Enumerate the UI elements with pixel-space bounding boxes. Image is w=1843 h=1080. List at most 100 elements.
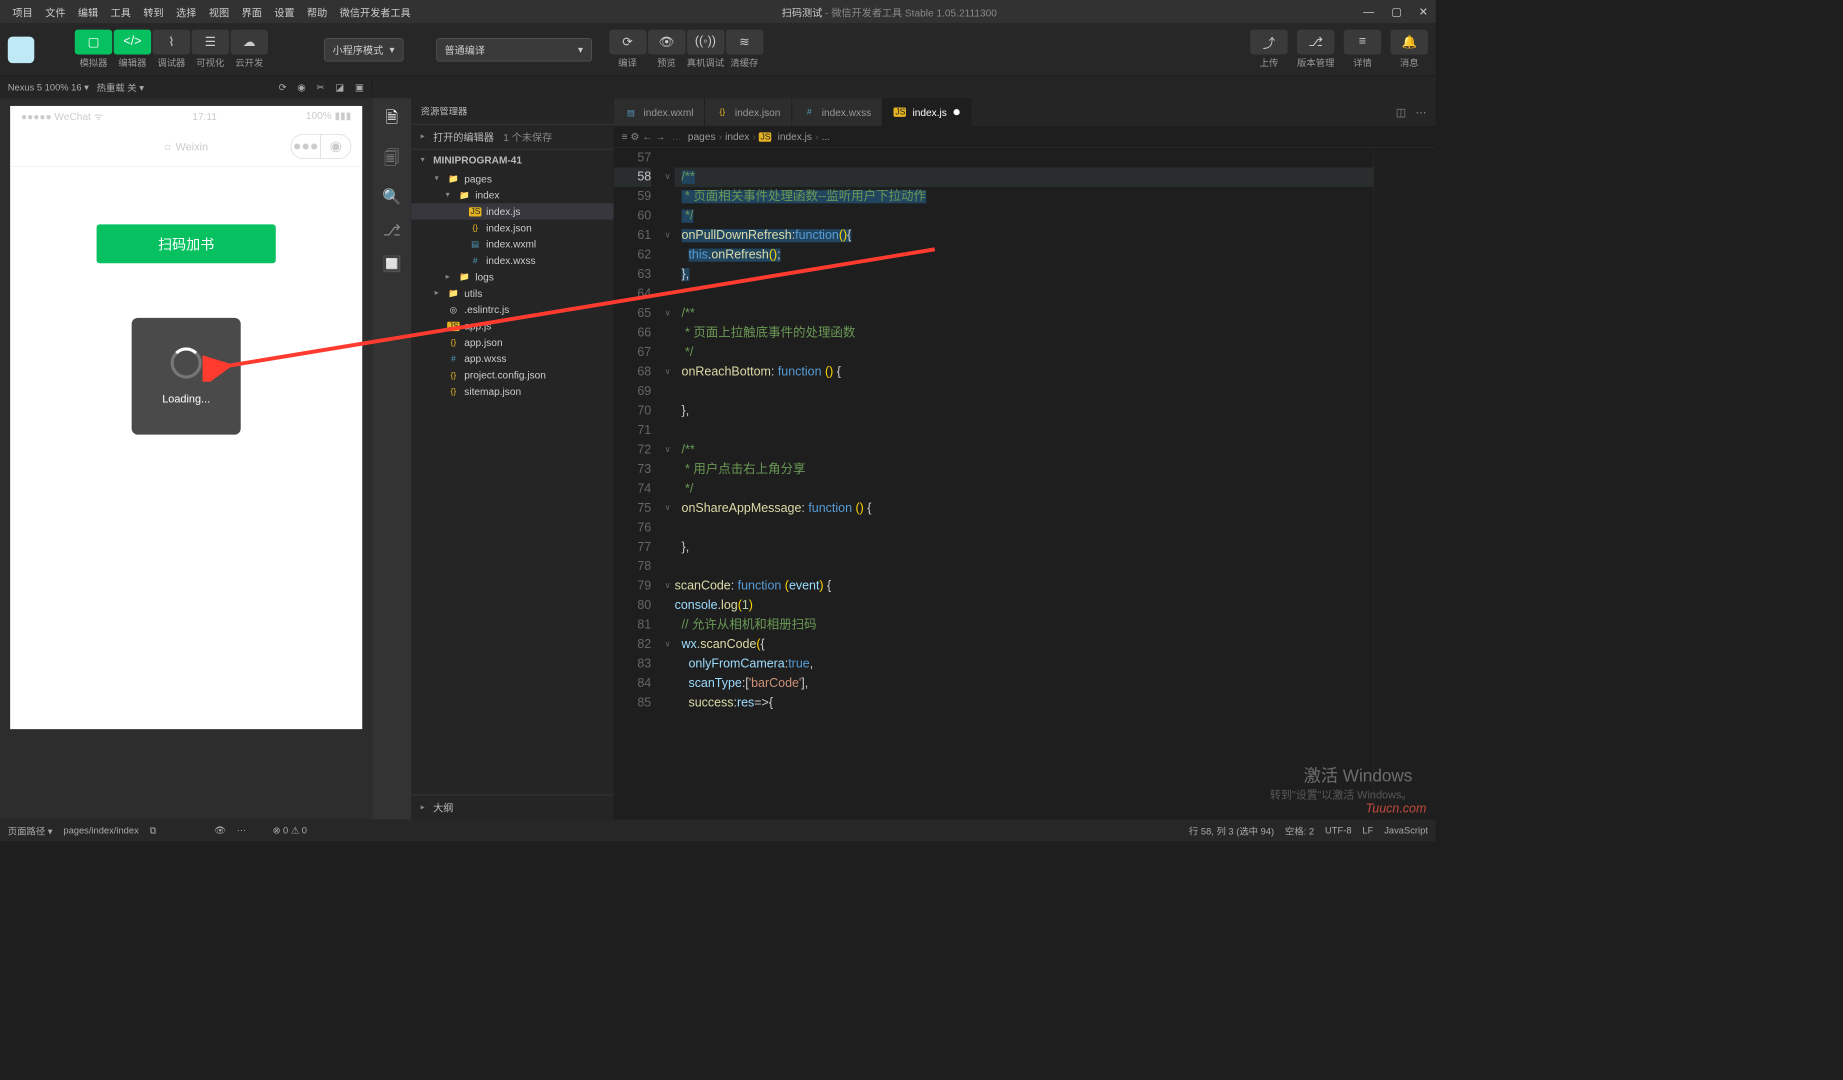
tool-编辑器[interactable]: </>编辑器: [114, 30, 151, 70]
crumb-index[interactable]: index: [725, 131, 749, 143]
tool-模拟器[interactable]: ▢模拟器: [75, 30, 112, 70]
tree-item-.eslintrc.js[interactable]: ◎.eslintrc.js: [411, 301, 614, 317]
hotreload-toggle[interactable]: 热重载 关 ▾: [97, 81, 144, 94]
crumb-...[interactable]: ...: [822, 131, 830, 143]
project-logo[interactable]: [8, 36, 34, 62]
page-path[interactable]: pages/index/index: [63, 825, 138, 836]
split-editor-icon[interactable]: ◫: [1396, 106, 1406, 119]
tool-可视化[interactable]: ☰可视化: [192, 30, 229, 70]
maximize-button[interactable]: ▢: [1391, 5, 1401, 18]
menu-界面[interactable]: 界面: [237, 1, 267, 22]
spinner-icon: [171, 347, 202, 378]
site-watermark: Tuucn.com: [1366, 802, 1427, 816]
main-area: ●●●●● WeChatᯤ 17:11 100% ▮▮▮ ◌ Weixin ●●…: [0, 98, 1436, 819]
simbar-icon[interactable]: ⟳: [279, 82, 287, 93]
tree-item-app.wxss[interactable]: #app.wxss: [411, 351, 614, 367]
menu-转到[interactable]: 转到: [139, 1, 169, 22]
tool-详情[interactable]: ≡详情: [1344, 30, 1381, 70]
tab-more-icon[interactable]: ⋯: [1415, 106, 1426, 119]
activity-icon-4[interactable]: 🔲: [382, 254, 401, 273]
tool-清缓存[interactable]: ≋清缓存: [726, 30, 763, 70]
minimap[interactable]: [1373, 148, 1435, 819]
explorer-title: 资源管理器: [411, 98, 614, 124]
nav-close-icon[interactable]: ◉: [321, 134, 351, 157]
eye-icon[interactable]: 👁: [214, 825, 226, 836]
tree-item-utils[interactable]: ▸📁utils: [411, 285, 614, 301]
page-path-label[interactable]: 页面路径 ▾: [8, 824, 53, 837]
tree-item-project.config.json[interactable]: {}project.config.json: [411, 367, 614, 383]
simbar-icon[interactable]: ✂: [316, 82, 324, 93]
crumb-pages[interactable]: pages: [688, 131, 716, 143]
activity-icon-3[interactable]: ⎇: [383, 220, 401, 239]
phone-time: 17:11: [103, 110, 306, 122]
language-mode[interactable]: JavaScript: [1384, 825, 1428, 836]
encoding[interactable]: UTF-8: [1325, 825, 1351, 836]
phone-statusbar: ●●●●● WeChatᯤ 17:11 100% ▮▮▮: [10, 106, 362, 126]
tree-item-index.json[interactable]: {}index.json: [411, 220, 614, 236]
tab-index.json[interactable]: {}index.json: [705, 98, 792, 126]
nav-title: Weixin: [175, 140, 208, 152]
mode-dropdown[interactable]: 小程序模式▾: [324, 38, 403, 61]
activity-bar: 🗎 🗐 🔍 ⎇ 🔲: [372, 98, 411, 819]
menu-编辑[interactable]: 编辑: [73, 1, 103, 22]
tool-消息[interactable]: 🔔消息: [1391, 30, 1428, 70]
tree-item-app.js[interactable]: JSapp.js: [411, 318, 614, 334]
simbar-icon[interactable]: ◉: [297, 82, 305, 93]
code-editor[interactable]: 5758596061626364656667686970717273747576…: [614, 148, 1436, 819]
tree-item-pages[interactable]: ▾📁pages: [411, 171, 614, 187]
statusbar: 页面路径 ▾ pages/index/index ⧉ 👁 ⋯ ⊗ 0 ⚠ 0 行…: [0, 820, 1436, 842]
crumb-index.js[interactable]: index.js: [778, 131, 812, 143]
activity-icon-2[interactable]: 🔍: [382, 187, 401, 206]
tool-云开发[interactable]: ☁云开发: [231, 30, 268, 70]
tool-调试器[interactable]: ⌇调试器: [153, 30, 190, 70]
view-toggle-group: ▢模拟器</>编辑器⌇调试器☰可视化☁云开发: [75, 30, 268, 70]
tab-index.wxss[interactable]: #index.wxss: [792, 98, 883, 126]
menu-视图[interactable]: 视图: [204, 1, 234, 22]
menu-项目[interactable]: 项目: [8, 1, 38, 22]
tree-item-app.json[interactable]: {}app.json: [411, 334, 614, 350]
menu-设置[interactable]: 设置: [270, 1, 300, 22]
phone-preview: ●●●●● WeChatᯤ 17:11 100% ▮▮▮ ◌ Weixin ●●…: [10, 106, 362, 729]
editor-nav-icons[interactable]: ≡ ⚙ ← →: [622, 130, 666, 142]
simbar-icon[interactable]: ◪: [335, 82, 344, 93]
tab-index.js[interactable]: JSindex.js: [883, 98, 971, 126]
tree-item-index.wxml[interactable]: ▤index.wxml: [411, 236, 614, 252]
menu-微信开发者工具[interactable]: 微信开发者工具: [335, 1, 415, 22]
more-icon[interactable]: ⋯: [237, 825, 246, 836]
tree-item-index[interactable]: ▾📁index: [411, 187, 614, 203]
activity-icon-0[interactable]: 🗎: [386, 106, 399, 132]
tool-上传[interactable]: ⤴上传: [1250, 30, 1287, 70]
problems-count[interactable]: ⊗ 0 ⚠ 0: [273, 825, 307, 836]
menu-帮助[interactable]: 帮助: [302, 1, 332, 22]
menu-选择[interactable]: 选择: [171, 1, 201, 22]
windows-watermark: 激活 Windows 转到"设置"以激活 Windows。: [1270, 762, 1412, 803]
tool-真机调试[interactable]: ((◦))真机调试: [687, 30, 724, 70]
tab-index.wxml[interactable]: ▤index.wxml: [614, 98, 705, 126]
tree-item-index.wxss[interactable]: #index.wxss: [411, 252, 614, 268]
project-section[interactable]: ▾MINIPROGRAM-41: [411, 149, 614, 171]
editor-pane: ▤index.wxml{}index.json#index.wxssJSinde…: [614, 98, 1436, 819]
tool-预览[interactable]: 👁预览: [648, 30, 685, 70]
compile-dropdown[interactable]: 普通编译▾: [436, 38, 592, 61]
indent-setting[interactable]: 空格: 2: [1285, 824, 1314, 837]
activity-icon-1[interactable]: 🗐: [384, 146, 400, 172]
open-editors-section[interactable]: ▸打开的编辑器 1 个未保存: [411, 124, 614, 149]
device-select[interactable]: Nexus 5 100% 16 ▾: [8, 82, 89, 93]
tree-item-logs[interactable]: ▸📁logs: [411, 269, 614, 285]
minimize-button[interactable]: —: [1363, 5, 1374, 18]
simbar-icon[interactable]: ▣: [355, 82, 364, 93]
close-button[interactable]: ✕: [1419, 5, 1428, 18]
eol[interactable]: LF: [1362, 825, 1373, 836]
outline-section[interactable]: ▸大纲: [411, 795, 614, 820]
nav-menu-icon[interactable]: ●●●: [291, 134, 321, 157]
tree-item-sitemap.json[interactable]: {}sitemap.json: [411, 383, 614, 399]
menu-文件[interactable]: 文件: [41, 1, 71, 22]
explorer-panel: 资源管理器 ▸打开的编辑器 1 个未保存 ▾MINIPROGRAM-41 ▾📁p…: [411, 98, 614, 819]
copy-path-icon[interactable]: ⧉: [150, 825, 157, 837]
tool-版本管理[interactable]: ⎇版本管理: [1297, 30, 1334, 70]
cursor-position[interactable]: 行 58, 列 3 (选中 94): [1189, 824, 1274, 837]
tool-编译[interactable]: ⟳编译: [609, 30, 646, 70]
menu-工具[interactable]: 工具: [106, 1, 136, 22]
scan-add-book-button[interactable]: 扫码加书: [97, 224, 276, 263]
tree-item-index.js[interactable]: JSindex.js: [411, 203, 614, 219]
